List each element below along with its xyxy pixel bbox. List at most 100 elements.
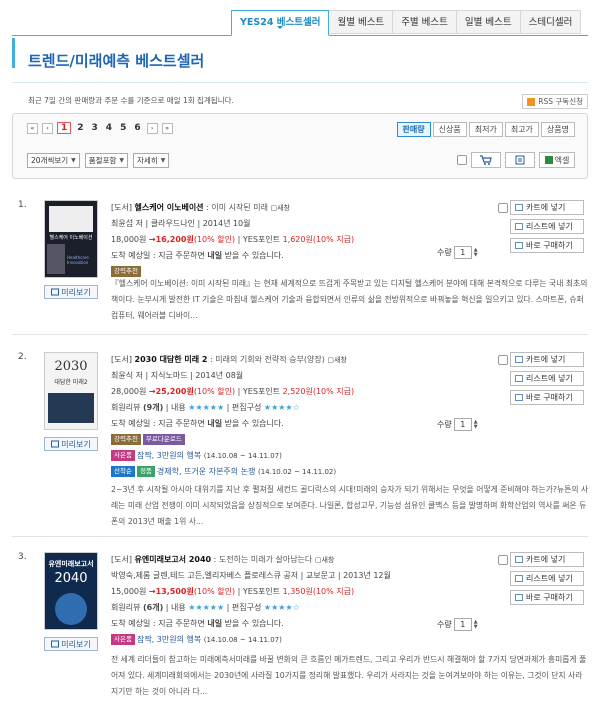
sale-price: 25,200원 xyxy=(155,387,194,396)
tab-daily-best[interactable]: 일별 베스트 xyxy=(455,10,521,34)
last-page-button[interactable]: » xyxy=(161,122,173,134)
author-publisher-line: 박영숙,제롬 글렌,테드 고든,엘리자베스 플로레스큐 공저 | 교보문고 | … xyxy=(111,571,391,580)
quantity-control: 수량 1 ▲ ▼ xyxy=(437,618,478,631)
sort-by-title[interactable]: 상품명 xyxy=(540,122,575,137)
book-title[interactable]: 유엔미래보고서 2040 xyxy=(135,555,212,564)
buy-now-button[interactable]: 바로 구매하기 xyxy=(510,238,584,253)
tab-weekly-best[interactable]: 주별 베스트 xyxy=(392,10,457,34)
buy-now-button[interactable]: 바로 구매하기 xyxy=(510,390,584,405)
book-title[interactable]: 2030 대담한 미래 2 xyxy=(135,355,208,364)
gift-event-link[interactable]: 잠짝, 3만원의 행복 xyxy=(137,635,204,644)
content-rating-label: | 내용 xyxy=(163,403,189,412)
page-2[interactable]: 2 xyxy=(75,123,85,133)
detail-view-select[interactable]: 자세히 ▼ xyxy=(133,153,170,168)
add-to-list-button[interactable]: 리스트에 넣기 xyxy=(510,219,584,234)
page-5[interactable]: 5 xyxy=(118,123,128,133)
tab-monthly-best[interactable]: 월별 베스트 xyxy=(328,10,394,34)
quantity-input[interactable]: 1 xyxy=(453,418,472,431)
delivery-suffix: 받을 수 있습니다. xyxy=(222,419,284,428)
delivery-prefix: 도착 예상일 : 지금 주문하면 xyxy=(111,419,208,428)
cover-graphic xyxy=(49,206,93,232)
buy-now-button[interactable]: 바로 구매하기 xyxy=(510,590,584,605)
preview-button[interactable]: 미리보기 xyxy=(44,285,98,299)
preview-button[interactable]: 미리보기 xyxy=(44,637,98,651)
add-to-list-button[interactable]: 리스트에 넣기 xyxy=(510,371,584,386)
prev-page-button[interactable]: ‹ xyxy=(42,122,53,134)
author-publisher-line: 최윤식 저 | 지식노마드 | 2014년 08월 xyxy=(111,371,244,380)
review-line: 회원리뷰 (9개) | 내용 ★★★★★ | 편집구성 ★★★★☆ xyxy=(111,400,489,416)
page-size-select[interactable]: 20개씩보기 ▼ xyxy=(27,153,80,168)
page-3[interactable]: 3 xyxy=(90,123,100,133)
tab-yes24-bestseller[interactable]: YES24 베스트셀러 xyxy=(231,10,330,36)
bulk-wishlist-button[interactable] xyxy=(505,152,535,168)
book-title[interactable]: 헬스케어 이노베이션 xyxy=(135,203,204,212)
sort-by-sales[interactable]: 판매량 xyxy=(396,122,431,137)
list-icon xyxy=(515,155,525,165)
book-cover[interactable]: 2030 대담한 미래2 xyxy=(44,352,98,430)
book-info: [도서] 2030 대담한 미래 2 : 미래의 기회와 전략적 승부(양장) … xyxy=(111,352,489,480)
sort-by-highest-price[interactable]: 최고가 xyxy=(504,122,539,137)
item-checkbox[interactable] xyxy=(498,555,508,565)
add-to-cart-button[interactable]: 카트에 넣기 xyxy=(510,352,584,367)
next-page-button[interactable]: › xyxy=(146,122,158,134)
delivery-prefix: 도착 예상일 : 지금 주문하면 xyxy=(111,619,208,628)
gift-event-link[interactable]: 잠짝, 3만원의 행복 xyxy=(137,451,204,460)
edit-rating-stars: ★★★★☆ xyxy=(263,603,300,612)
quantity-stepper[interactable]: ▲ ▼ xyxy=(474,419,478,430)
event-link[interactable]: 경제학, 뜨거운 자본주의 논쟁 xyxy=(157,467,258,476)
event-date: (14.10.02 ~ 14.11.02) xyxy=(257,468,337,476)
cover-title: 헬스케어 이노베이션 xyxy=(49,235,93,241)
delivery-prefix: 도착 예상일 : 지금 주문하면 xyxy=(111,251,208,260)
edit-rating-label: | 편집구성 xyxy=(224,403,264,412)
quantity-stepper[interactable]: ▲ ▼ xyxy=(474,247,478,258)
gift-event-date: (14.10.08 ~ 14.11.07) xyxy=(203,636,282,644)
quantity-input[interactable]: 1 xyxy=(453,618,472,631)
book-icon xyxy=(51,288,60,296)
item-checkbox[interactable] xyxy=(498,355,508,365)
new-window-icon[interactable]: ▢새창 xyxy=(315,556,335,564)
delivery-day: 내일 xyxy=(207,419,223,428)
new-window-icon[interactable]: ▢새창 xyxy=(327,356,347,364)
buy-icon xyxy=(515,242,523,249)
cart-icon xyxy=(480,155,492,165)
book-cover[interactable]: 유엔미래보고서 2040 xyxy=(44,552,98,630)
new-window-icon[interactable]: ▢새창 xyxy=(270,204,290,212)
page-4[interactable]: 4 xyxy=(104,123,114,133)
quantity-input[interactable]: 1 xyxy=(453,246,472,259)
title-divider xyxy=(12,82,588,83)
page-1[interactable]: 1 xyxy=(57,122,72,134)
bulk-cart-button[interactable] xyxy=(471,152,501,168)
delivery-line: 도착 예상일 : 지금 주문하면 내일 받을 수 있습니다. xyxy=(111,248,489,264)
discount-rate: (10% 할인) xyxy=(193,235,236,244)
delivery-day: 내일 xyxy=(207,251,223,260)
cover-title: 유엔미래보고서 xyxy=(48,560,94,568)
first-come-badge: 선착순 xyxy=(111,466,135,477)
tab-steady-seller[interactable]: 스테디셀러 xyxy=(519,10,582,34)
sort-by-new[interactable]: 신상품 xyxy=(432,122,467,137)
book-info: [도서] 유엔미래보고서 2040 : 도전하는 미래가 살아남는다 ▢새창 박… xyxy=(111,552,489,648)
book-cover[interactable]: 헬스케어 이노베이션 Healthcare Innovation xyxy=(44,200,98,278)
review-count[interactable]: (9개) xyxy=(143,403,163,412)
page-6[interactable]: 6 xyxy=(132,123,142,133)
book-title-line: [도서] 헬스케어 이노베이션 : 이미 시작된 미래 ▢새창 xyxy=(111,200,489,216)
excel-export-button[interactable]: 엑셀 xyxy=(539,152,575,168)
delivery-line: 도착 예상일 : 지금 주문하면 내일 받을 수 있습니다. xyxy=(111,616,489,632)
add-to-list-button[interactable]: 리스트에 넣기 xyxy=(510,571,584,586)
first-page-button[interactable]: « xyxy=(27,122,38,134)
item-checkbox[interactable] xyxy=(498,203,508,213)
add-to-cart-button[interactable]: 카트에 넣기 xyxy=(510,552,584,567)
sort-by-lowest-price[interactable]: 최저가 xyxy=(468,122,503,137)
item-divider xyxy=(12,334,588,335)
review-count[interactable]: (6개) xyxy=(143,603,163,612)
preview-button[interactable]: 미리보기 xyxy=(44,437,98,451)
page-title: 트렌드/미래예측 베스트셀러 xyxy=(28,52,205,70)
promo-line: 선착순 정품 경제학, 뜨거운 자본주의 논쟁 (14.10.02 ~ 14.11.… xyxy=(111,464,489,480)
select-all-checkbox[interactable] xyxy=(457,155,467,165)
new-window-label: 새창 xyxy=(277,204,290,212)
cart-icon xyxy=(515,556,523,563)
book-info: [도서] 헬스케어 이노베이션 : 이미 시작된 미래 ▢새창 최윤섭 저 | … xyxy=(111,200,489,280)
quantity-stepper[interactable]: ▲ ▼ xyxy=(474,619,478,630)
add-to-cart-button[interactable]: 카트에 넣기 xyxy=(510,200,584,215)
rss-subscribe-button[interactable]: RSS 구독신청 xyxy=(522,94,588,109)
soldout-select[interactable]: 품절포함 ▼ xyxy=(84,153,129,168)
